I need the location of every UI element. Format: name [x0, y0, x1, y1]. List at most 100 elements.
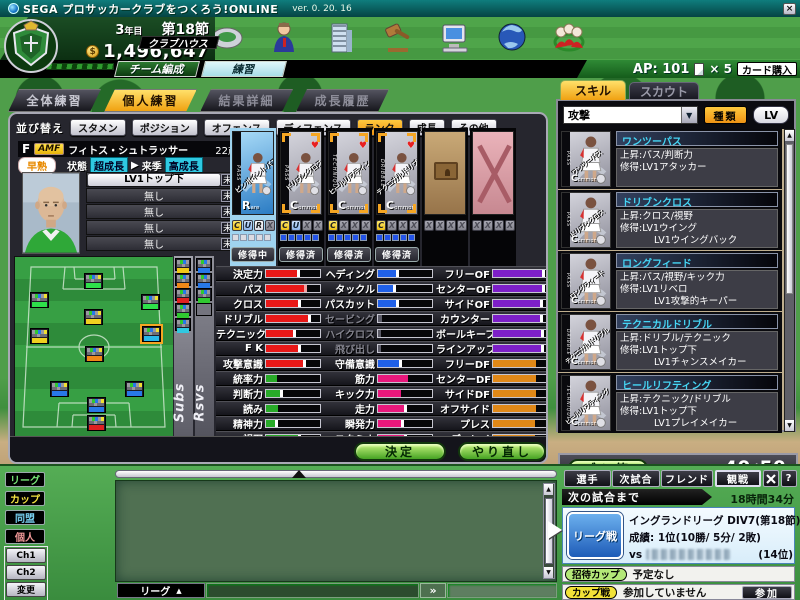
tab-skill[interactable]: スキル: [560, 80, 626, 100]
rank-letter-button[interactable]: X: [302, 220, 312, 231]
practice-tab[interactable]: 個人練習: [104, 89, 197, 112]
ability-slot-row[interactable]: 無し 未: [86, 220, 236, 235]
nav-team-tab[interactable]: チーム編成: [114, 61, 200, 77]
player-chip[interactable]: [30, 328, 49, 344]
rank-letter-button[interactable]: U: [243, 220, 253, 231]
sub-player-chip[interactable]: [175, 303, 191, 316]
confirm-button[interactable]: 決定: [354, 442, 446, 461]
chat-channel-button[interactable]: 個人: [5, 529, 45, 544]
skill-card-slot[interactable]: DRIBBLE テクニカルドリブル Common CXXX 修得済: [374, 128, 420, 266]
chat-channel-button[interactable]: カップ: [5, 491, 45, 506]
rank-letter-button[interactable]: X: [457, 220, 467, 231]
rank-letter-button[interactable]: X: [435, 220, 445, 231]
ability-slot-row[interactable]: 無し 未: [86, 204, 236, 219]
rank-letter-button[interactable]: X: [424, 220, 434, 231]
nav-practice-tab[interactable]: 練習: [201, 61, 287, 77]
rank-letter-button[interactable]: X: [350, 220, 360, 231]
chevron-down-icon[interactable]: ▼: [681, 107, 697, 123]
skill-scrollbar[interactable]: ▲ ▼: [784, 129, 795, 432]
world-globe-icon[interactable]: [494, 18, 530, 56]
sub-player-chip[interactable]: [175, 258, 191, 271]
rank-letter-button[interactable]: X: [398, 220, 408, 231]
ability-slot-row[interactable]: 無し 未: [86, 236, 236, 251]
card-rank-buttons[interactable]: XXXX: [472, 220, 515, 231]
sort-button[interactable]: ポジション: [132, 119, 198, 136]
rank-letter-button[interactable]: X: [339, 220, 349, 231]
rank-letter-button[interactable]: U: [291, 220, 301, 231]
tab-scout[interactable]: スカウト: [629, 82, 699, 100]
auction-gavel-icon[interactable]: [380, 18, 416, 56]
rank-letter-button[interactable]: X: [494, 220, 504, 231]
lv-button[interactable]: LV: [753, 106, 789, 124]
player-chip[interactable]: [84, 309, 103, 325]
match-panel-button[interactable]: 次試合: [612, 470, 660, 487]
rank-letter-button[interactable]: C: [280, 220, 290, 231]
player-chip[interactable]: [125, 381, 144, 397]
match-panel-button[interactable]: 観戦: [715, 470, 761, 487]
reserve-player-chip[interactable]: [196, 273, 212, 286]
change-button[interactable]: 変更: [6, 582, 46, 597]
match-panel-button[interactable]: 選手: [564, 470, 611, 487]
skill-card-slot[interactable]: PASS ピンポイントパス Rare CURX 修得中: [230, 128, 276, 266]
kind-button[interactable]: 種類: [704, 106, 748, 124]
player-chip[interactable]: [30, 292, 49, 308]
chat-horizontal-scrollbar[interactable]: [115, 470, 557, 478]
reserve-player-chip[interactable]: [196, 258, 212, 271]
rank-letter-button[interactable]: C: [376, 220, 386, 231]
card-status-button[interactable]: 修得済: [375, 247, 419, 262]
scroll-thumb[interactable]: [786, 144, 793, 294]
help-button[interactable]: ?: [781, 470, 797, 487]
player-chip[interactable]: [87, 415, 106, 431]
skill-list-item[interactable]: PASS ドリブンクロス Common ドリブンクロス 上昇:クロス/視野 修得…: [558, 190, 782, 250]
player-chip[interactable]: [141, 294, 160, 310]
skill-list-item[interactable]: PASS ワンツーパス Common ワンツーパス 上昇:パス/判断力 修得:L…: [558, 129, 782, 189]
card-status-button[interactable]: 修得済: [327, 247, 371, 262]
scroll-down-icon[interactable]: ▼: [544, 567, 553, 578]
rank-letter-button[interactable]: R: [254, 220, 264, 231]
card-rank-buttons[interactable]: CXXX: [328, 220, 371, 231]
community-icon[interactable]: [551, 18, 587, 56]
card-status-button[interactable]: 修得済: [279, 247, 323, 262]
reserve-player-chip[interactable]: [196, 288, 212, 301]
reserve-player-chip[interactable]: [196, 303, 212, 316]
rank-letter-button[interactable]: X: [472, 220, 482, 231]
channel-button[interactable]: Ch2: [6, 565, 46, 580]
rank-letter-button[interactable]: X: [409, 220, 419, 231]
practice-tab[interactable]: 成長履歴: [296, 89, 389, 112]
skill-list-item[interactable]: PASS ロングフィード Common ロングフィード 上昇:パス/視野/キック…: [558, 251, 782, 311]
scroll-marker-icon[interactable]: [292, 470, 306, 478]
rank-letter-button[interactable]: X: [313, 220, 323, 231]
card-rank-buttons[interactable]: CXXX: [376, 220, 419, 231]
sort-button[interactable]: スタメン: [70, 119, 126, 136]
practice-tab[interactable]: 全体練習: [8, 89, 101, 112]
player-chip[interactable]: [142, 326, 161, 342]
skill-filter-dropdown[interactable]: 攻撃 ▼: [563, 106, 698, 124]
skill-list-item[interactable]: TECHNIQUE ヒールリフティング Common ヒールリフティング 上昇:…: [558, 373, 782, 433]
skill-card-slot[interactable]: PASS ドリブンクロス Common CUXX 修得済: [278, 128, 324, 266]
sub-player-chip[interactable]: [175, 273, 191, 286]
scroll-up-icon[interactable]: ▲: [785, 130, 794, 141]
skill-card-slot[interactable]: TECHNIQUE ヒールリフティング Common CXXX 修得済: [326, 128, 372, 266]
card-status-button[interactable]: 修得中: [231, 247, 275, 262]
card-buy-button[interactable]: カード購入: [737, 62, 797, 76]
scroll-up-icon[interactable]: ▲: [544, 484, 553, 495]
league-match-button[interactable]: リーグ戦: [567, 512, 623, 559]
office-building-icon[interactable]: [323, 18, 359, 56]
sub-player-chip[interactable]: [175, 288, 191, 301]
rank-letter-button[interactable]: X: [505, 220, 515, 231]
chat-send-button[interactable]: »: [420, 583, 446, 598]
chat-input-channel-button[interactable]: リーグ: [117, 583, 205, 598]
player-chip[interactable]: [50, 381, 69, 397]
computer-icon[interactable]: [437, 18, 473, 56]
rank-letter-button[interactable]: C: [328, 220, 338, 231]
rank-letter-button[interactable]: X: [265, 220, 275, 231]
skill-list-item[interactable]: DRIBBLE テクニカルドリブル Common テクニカルドリブル 上昇:ドリ…: [558, 312, 782, 372]
card-rank-buttons[interactable]: CURX: [232, 220, 275, 231]
close-icon[interactable]: ×: [783, 3, 796, 15]
redo-button[interactable]: やり直し: [458, 442, 546, 461]
player-chip[interactable]: [85, 346, 104, 362]
channel-button[interactable]: Ch1: [6, 548, 46, 563]
manager-icon[interactable]: [266, 18, 302, 56]
player-chip[interactable]: [84, 273, 103, 289]
ability-slot-row[interactable]: LV1トップ下 未: [86, 172, 236, 187]
